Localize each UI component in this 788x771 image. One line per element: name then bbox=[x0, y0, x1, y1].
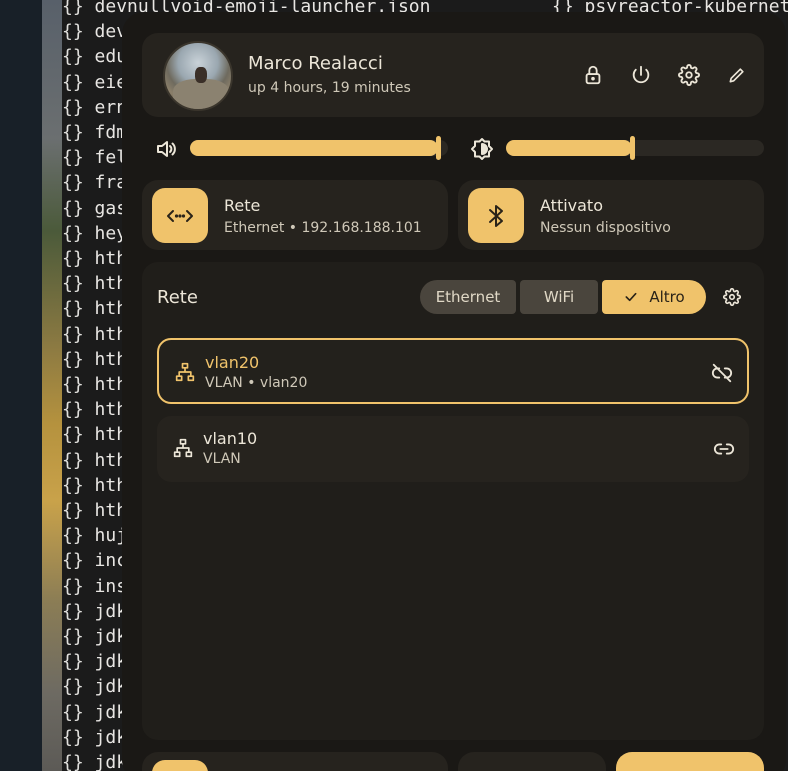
network-tile-subtitle: Ethernet • 192.168.188.101 bbox=[224, 220, 422, 236]
bottom-tile-1-toggle[interactable] bbox=[152, 760, 208, 771]
user-name: Marco Realacci bbox=[248, 53, 383, 74]
check-icon bbox=[623, 289, 639, 305]
network-tile[interactable]: Rete Ethernet • 192.168.188.101 bbox=[142, 180, 448, 250]
tab-ethernet[interactable]: Ethernet bbox=[420, 280, 516, 314]
ethernet-icon bbox=[167, 209, 193, 222]
wallpaper bbox=[42, 0, 62, 771]
brightness-slider-handle[interactable] bbox=[630, 136, 635, 160]
bottom-tile-1[interactable] bbox=[142, 752, 448, 771]
power-icon bbox=[632, 65, 650, 84]
user-card bbox=[142, 33, 764, 117]
tab-altro[interactable]: Altro bbox=[602, 280, 706, 314]
volume-slider-handle[interactable] bbox=[436, 136, 441, 160]
volume-slider[interactable] bbox=[190, 136, 448, 160]
bottom-tile-3[interactable] bbox=[616, 752, 764, 771]
lock-icon bbox=[585, 65, 601, 85]
connection-detail: VLAN • vlan20 bbox=[205, 375, 308, 391]
connection-detail: VLAN bbox=[203, 451, 241, 467]
network-tree-icon bbox=[171, 436, 195, 460]
settings-button[interactable] bbox=[674, 60, 704, 90]
gear-icon bbox=[678, 64, 700, 86]
network-menu-title: Rete bbox=[157, 287, 198, 308]
link-icon bbox=[713, 443, 735, 455]
volume-slider-fill bbox=[190, 140, 438, 156]
edit-button[interactable] bbox=[722, 60, 752, 90]
connection-vlan20[interactable]: vlan20 VLAN • vlan20 bbox=[157, 338, 749, 404]
desktop-background bbox=[0, 0, 42, 771]
network-tile-toggle[interactable] bbox=[152, 188, 208, 243]
connection-name: vlan20 bbox=[205, 353, 260, 372]
brightness-slider[interactable] bbox=[506, 136, 764, 160]
brightness-icon bbox=[469, 136, 495, 162]
volume-icon bbox=[153, 136, 179, 162]
bluetooth-tile-title: Attivato bbox=[540, 196, 603, 215]
tab-wifi[interactable]: WiFi bbox=[520, 280, 598, 314]
unlink-icon bbox=[711, 363, 733, 383]
user-uptime: up 4 hours, 19 minutes bbox=[248, 80, 411, 96]
connection-name: vlan10 bbox=[203, 429, 258, 448]
tab-altro-label: Altro bbox=[649, 288, 685, 306]
lock-button[interactable] bbox=[578, 60, 608, 90]
bluetooth-tile-toggle[interactable] bbox=[468, 188, 524, 243]
network-settings-button[interactable] bbox=[720, 285, 744, 309]
bluetooth-tile[interactable]: Attivato Nessun dispositivo bbox=[458, 180, 764, 250]
power-button[interactable] bbox=[626, 60, 656, 90]
network-tree-icon bbox=[173, 360, 197, 384]
network-tile-title: Rete bbox=[224, 196, 261, 215]
bluetooth-tile-subtitle: Nessun dispositivo bbox=[540, 220, 671, 236]
connect-button[interactable] bbox=[711, 436, 737, 462]
bottom-tile-2[interactable] bbox=[458, 752, 606, 771]
gear-icon bbox=[723, 288, 741, 306]
pencil-icon bbox=[729, 68, 744, 83]
disconnect-button[interactable] bbox=[709, 360, 735, 386]
bluetooth-icon bbox=[489, 204, 503, 227]
connection-vlan10[interactable]: vlan10 VLAN bbox=[157, 416, 749, 482]
brightness-slider-fill bbox=[506, 140, 632, 156]
network-menu bbox=[142, 262, 764, 740]
avatar bbox=[163, 41, 233, 111]
